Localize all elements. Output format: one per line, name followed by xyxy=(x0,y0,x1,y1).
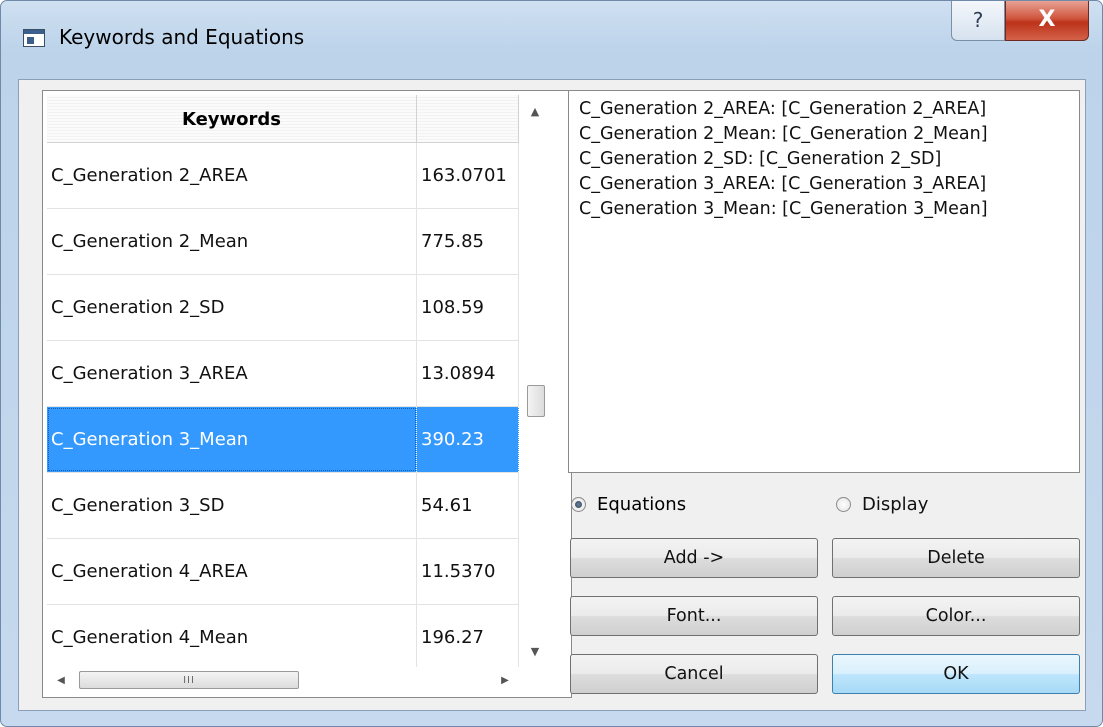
value-cell: 196.27 xyxy=(417,605,519,670)
scroll-right-icon[interactable]: ▶ xyxy=(491,667,519,693)
keyword-cell: C_Generation 2_SD xyxy=(47,275,417,340)
equation-item[interactable]: C_Generation 2_SD: [C_Generation 2_SD] xyxy=(579,147,1069,172)
value-cell: 108.59 xyxy=(417,275,519,340)
table-row[interactable]: C_Generation 3_AREA 13.0894 xyxy=(47,341,519,407)
value-cell: 13.0894 xyxy=(417,341,519,406)
window-title: Keywords and Equations xyxy=(59,25,305,49)
keyword-cell: C_Generation 3_AREA xyxy=(47,341,417,406)
value-column-header[interactable] xyxy=(417,95,519,143)
keyword-cell: C_Generation 3_Mean xyxy=(47,407,417,472)
keyword-cell: C_Generation 4_Mean xyxy=(47,605,417,670)
help-button[interactable]: ? xyxy=(951,1,1005,41)
window-app-icon xyxy=(23,29,45,47)
keywords-column-header[interactable]: Keywords xyxy=(47,95,417,143)
keyword-cell: C_Generation 2_AREA xyxy=(47,143,417,208)
add-button[interactable]: Add -> xyxy=(570,538,818,578)
equations-radio[interactable]: Equations xyxy=(571,494,686,515)
scroll-up-icon[interactable]: ▲ xyxy=(519,95,551,127)
horizontal-scroll-thumb[interactable]: III xyxy=(79,671,299,689)
scroll-down-icon[interactable]: ▼ xyxy=(519,635,551,667)
equations-radio-label: Equations xyxy=(597,494,687,515)
radio-unchecked-icon xyxy=(836,497,851,512)
table-row[interactable]: C_Generation 4_AREA 11.5370 xyxy=(47,539,519,605)
equations-list[interactable]: C_Generation 2_AREA: [C_Generation 2_ARE… xyxy=(568,90,1080,473)
title-bar[interactable]: Keywords and Equations ? X xyxy=(1,1,1102,79)
close-button[interactable]: X xyxy=(1005,1,1089,41)
display-radio[interactable]: Display xyxy=(836,494,928,515)
font-button[interactable]: Font... xyxy=(570,596,818,636)
keywords-equations-dialog: Keywords and Equations ? X Keywords C_Ge… xyxy=(0,0,1103,727)
ok-button[interactable]: OK xyxy=(832,654,1080,694)
table-row-selected[interactable]: C_Generation 3_Mean 390.23 xyxy=(47,407,519,473)
vertical-scroll-thumb[interactable] xyxy=(527,385,545,417)
table-row[interactable]: C_Generation 2_AREA 163.0701 xyxy=(47,143,519,209)
value-cell: 163.0701 xyxy=(417,143,519,208)
table-row[interactable]: C_Generation 2_SD 108.59 xyxy=(47,275,519,341)
equation-item[interactable]: C_Generation 3_AREA: [C_Generation 3_ARE… xyxy=(579,172,1069,197)
color-button[interactable]: Color... xyxy=(832,596,1080,636)
table-header: Keywords xyxy=(47,95,519,143)
value-cell: 11.5370 xyxy=(417,539,519,604)
value-cell: 775.85 xyxy=(417,209,519,274)
dialog-body: Keywords C_Generation 2_AREA 163.0701 C_… xyxy=(18,79,1086,711)
keyword-cell: C_Generation 3_SD xyxy=(47,473,417,538)
delete-button[interactable]: Delete xyxy=(832,538,1080,578)
cancel-button[interactable]: Cancel xyxy=(570,654,818,694)
vertical-scrollbar[interactable]: ▲ ▼ xyxy=(519,95,551,667)
keyword-cell: C_Generation 2_Mean xyxy=(47,209,417,274)
equation-item[interactable]: C_Generation 2_Mean: [C_Generation 2_Mea… xyxy=(579,122,1069,147)
keyword-cell: C_Generation 4_AREA xyxy=(47,539,417,604)
value-cell: 54.61 xyxy=(417,473,519,538)
radio-checked-icon xyxy=(571,497,586,512)
scroll-left-icon[interactable]: ◀ xyxy=(47,667,75,693)
equation-item[interactable]: C_Generation 2_AREA: [C_Generation 2_ARE… xyxy=(579,97,1069,122)
equation-item[interactable]: C_Generation 3_Mean: [C_Generation 3_Mea… xyxy=(579,197,1069,222)
table-rows: C_Generation 2_AREA 163.0701 C_Generatio… xyxy=(47,143,519,671)
horizontal-scrollbar[interactable]: ◀ III ▶ xyxy=(47,667,519,693)
table-row[interactable]: C_Generation 2_Mean 775.85 xyxy=(47,209,519,275)
table-row[interactable]: C_Generation 3_SD 54.61 xyxy=(47,473,519,539)
display-radio-label: Display xyxy=(862,494,929,515)
value-cell: 390.23 xyxy=(417,407,519,472)
keywords-table: Keywords C_Generation 2_AREA 163.0701 C_… xyxy=(42,90,572,698)
table-row[interactable]: C_Generation 4_Mean 196.27 xyxy=(47,605,519,671)
